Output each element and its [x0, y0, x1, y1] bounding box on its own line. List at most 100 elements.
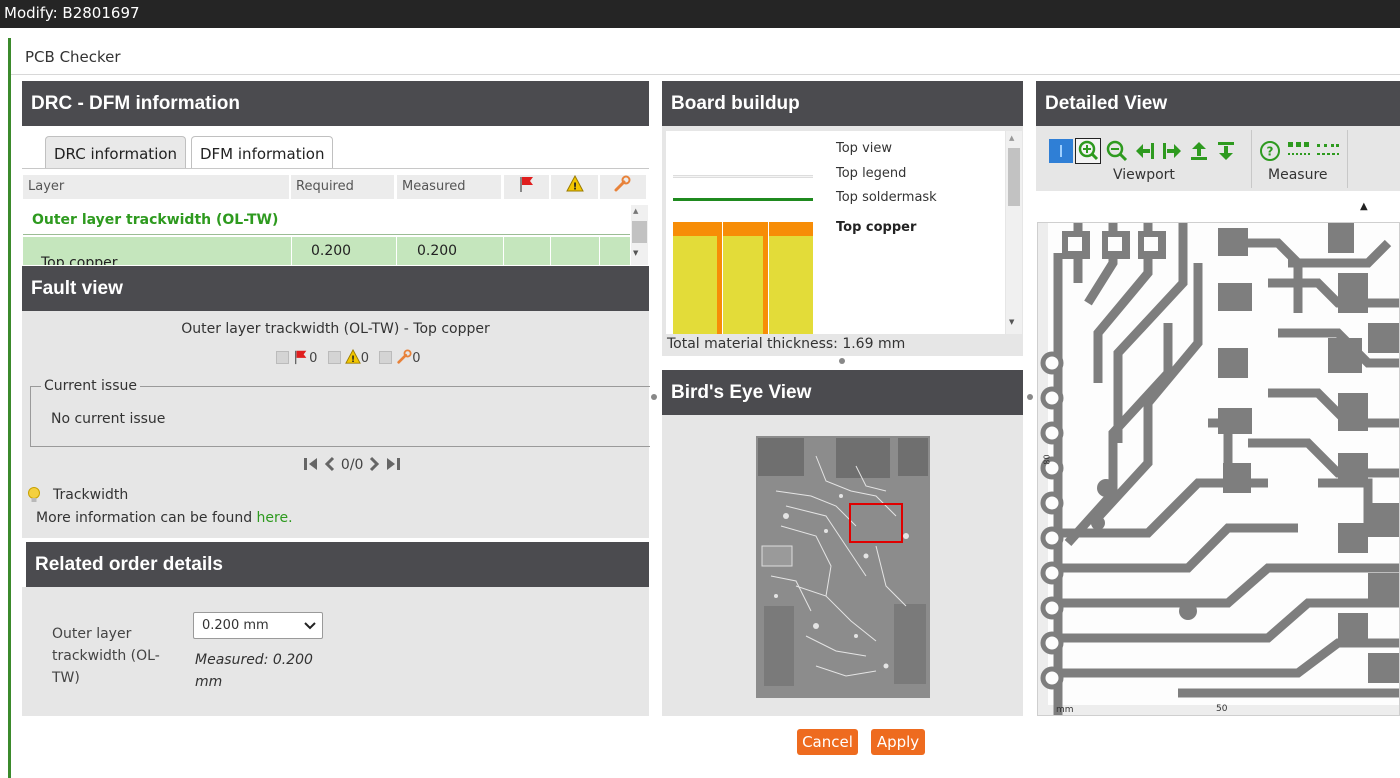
- cancel-button-label: Cancel: [802, 733, 853, 751]
- splitter-handle[interactable]: [651, 394, 657, 400]
- current-issue-text: No current issue: [51, 411, 166, 427]
- ruler-tick: 50: [1216, 704, 1228, 714]
- pcb-detail-icon: [1038, 223, 1399, 715]
- column-header-error[interactable]: [504, 175, 550, 199]
- drc-panel-title: DRC - DFM information: [31, 93, 240, 114]
- splitter-handle[interactable]: [839, 358, 845, 364]
- warning-count: 0: [360, 351, 369, 366]
- trackwidth-select[interactable]: 0.200 mm: [193, 612, 323, 639]
- pointer-icon: [1049, 139, 1073, 163]
- svg-text:?: ?: [1267, 145, 1274, 159]
- buildup-panel-title: Board buildup: [671, 93, 800, 114]
- fault-panel-title: Fault view: [31, 278, 123, 299]
- scroll-down-icon[interactable]: ▼: [633, 249, 638, 257]
- previous-issue-button[interactable]: [324, 456, 336, 476]
- arrow-left-bar-icon: [1136, 143, 1154, 159]
- drc-panel-header: DRC - DFM information: [22, 81, 649, 126]
- info-count: 0: [412, 351, 421, 366]
- drc-table-scrollbar[interactable]: ▲ ▼: [631, 205, 648, 265]
- apply-button-label: Apply: [876, 733, 920, 751]
- column-header-measured: Measured: [397, 175, 502, 199]
- order-panel-title: Related order details: [35, 554, 223, 575]
- column-header-info[interactable]: [600, 175, 647, 199]
- scroll-thumb[interactable]: [1008, 148, 1020, 206]
- column-header-layer: Layer: [23, 175, 290, 199]
- collapse-toolbar-icon[interactable]: ▲: [1360, 201, 1368, 212]
- drc-group-title: Outer layer trackwidth (OL-TW): [32, 212, 279, 228]
- tab-dfm-information[interactable]: DFM information: [191, 136, 334, 168]
- detailed-view-canvas[interactable]: 80 mm 50: [1037, 222, 1400, 716]
- pan-right-button[interactable]: [1161, 140, 1183, 166]
- copper-stack: [673, 222, 717, 334]
- column-header-measured-label: Measured: [402, 179, 466, 194]
- measure-distance-button[interactable]: [1316, 140, 1340, 166]
- scroll-down-icon[interactable]: ▼: [1009, 318, 1014, 326]
- measure-ruler-icon: [1288, 142, 1310, 155]
- drc-table-row[interactable]: Top copper 0.200 0.200: [23, 237, 630, 265]
- cell-divider: [599, 237, 600, 265]
- drc-row-measured: 0.200: [417, 243, 458, 259]
- birds-eye-panel-header: Bird's Eye View: [662, 370, 1023, 415]
- pan-down-button[interactable]: [1215, 140, 1237, 166]
- window-title-bar: Modify: B2801697: [0, 0, 1400, 28]
- next-issue-button[interactable]: [368, 456, 380, 476]
- scroll-thumb[interactable]: [632, 221, 647, 243]
- birds-eye-panel-title: Bird's Eye View: [671, 382, 812, 403]
- buildup-panel-header: Board buildup: [662, 81, 1023, 126]
- layer-label-top-view[interactable]: Top view: [836, 141, 892, 156]
- dialog-title: PCB Checker: [25, 48, 121, 66]
- trackwidth-select-value: 0.200 mm: [202, 618, 269, 633]
- legend-layer-line: [673, 175, 813, 178]
- copper-via: [763, 222, 768, 334]
- filter-info-checkbox[interactable]: [379, 351, 393, 364]
- detailed-panel-title: Detailed View: [1045, 93, 1168, 114]
- drc-row-layer: Top copper: [41, 255, 118, 265]
- viewport-group-label: Viewport: [1113, 167, 1175, 183]
- last-issue-button[interactable]: [384, 456, 402, 476]
- red-flag-icon: [520, 177, 533, 192]
- arrow-down-bar-icon: [1218, 142, 1234, 160]
- tab-drc-information[interactable]: DRC information: [45, 136, 187, 168]
- copper-stack: [769, 222, 813, 334]
- layer-label-top-legend[interactable]: Top legend: [836, 166, 906, 181]
- soldermask-layer-line: [673, 198, 813, 201]
- pan-up-button[interactable]: [1188, 140, 1210, 166]
- skip-first-icon: [304, 458, 317, 470]
- help-button[interactable]: ?: [1259, 140, 1281, 166]
- warning-icon: !: [566, 174, 584, 193]
- layer-label-top-copper[interactable]: Top copper: [836, 220, 916, 235]
- drc-row-required: 0.200: [311, 243, 352, 259]
- select-tool-button[interactable]: [1049, 139, 1073, 167]
- cell-divider: [550, 237, 551, 265]
- cell-divider: [396, 237, 397, 265]
- skip-last-icon: [387, 458, 401, 470]
- birds-eye-board[interactable]: [756, 436, 930, 698]
- splitter-handle[interactable]: [1027, 394, 1033, 400]
- arrow-up-bar-icon: [1191, 142, 1207, 160]
- cancel-button[interactable]: Cancel: [797, 729, 858, 755]
- first-issue-button[interactable]: [302, 456, 320, 476]
- zoom-in-button[interactable]: [1075, 138, 1101, 168]
- column-header-warning[interactable]: !: [551, 174, 599, 199]
- tab-dfm-information-label: DFM information: [200, 145, 325, 163]
- fault-subtitle: Outer layer trackwidth (OL-TW) - Top cop…: [181, 321, 490, 337]
- svg-text:!: !: [351, 355, 355, 365]
- pan-left-button[interactable]: [1134, 140, 1156, 166]
- measure-width-button[interactable]: [1287, 140, 1311, 166]
- zoom-out-button[interactable]: [1105, 139, 1129, 167]
- filter-warning-checkbox[interactable]: [327, 351, 341, 364]
- more-info-link[interactable]: here.: [257, 510, 293, 526]
- wrench-icon: [397, 349, 412, 364]
- red-flag-icon: [295, 350, 307, 365]
- vertical-ruler-tick: 80: [1042, 454, 1052, 465]
- layer-label-top-soldermask[interactable]: Top soldermask: [836, 190, 937, 205]
- measure-group-label: Measure: [1268, 167, 1328, 183]
- filter-error-checkbox[interactable]: [276, 351, 289, 364]
- apply-button[interactable]: Apply: [871, 729, 925, 755]
- scroll-up-icon[interactable]: ▲: [1009, 134, 1014, 142]
- drc-group-row[interactable]: Outer layer trackwidth (OL-TW): [23, 205, 630, 235]
- buildup-scrollbar[interactable]: ▲ ▼: [1006, 131, 1022, 334]
- ruler-unit: mm: [1056, 705, 1074, 715]
- scroll-up-icon[interactable]: ▲: [633, 207, 638, 215]
- svg-text:!: !: [573, 182, 578, 193]
